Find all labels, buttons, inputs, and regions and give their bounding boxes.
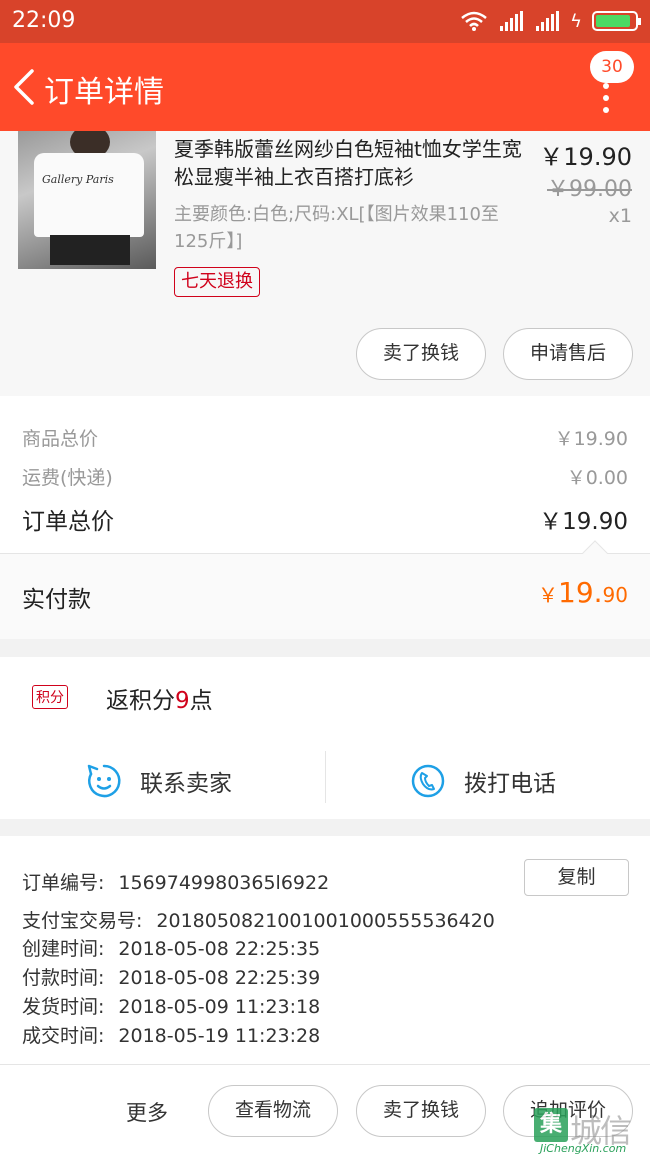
- shipped-time-row: 发货时间: 2018-05-09 11:23:18: [22, 996, 321, 1018]
- product-section: Gallery Paris 夏季韩版蕾丝网纱白色短袖t恤女学生宽松显瘦半袖上衣百…: [0, 131, 650, 396]
- created-time-row: 创建时间: 2018-05-08 22:25:35: [22, 938, 321, 960]
- sell-button[interactable]: 卖了换钱: [356, 328, 486, 380]
- more-menu-icon[interactable]: [602, 83, 610, 119]
- sell-button-bottom[interactable]: 卖了换钱: [356, 1085, 486, 1137]
- signal-icon-2: [536, 11, 560, 31]
- order-total-value: ￥19.90: [539, 509, 628, 535]
- order-total-row: 订单总价 ￥19.90: [22, 502, 628, 536]
- after-sale-button[interactable]: 申请售后: [503, 328, 633, 380]
- product-image-text: Gallery Paris: [42, 173, 114, 186]
- battery-icon: [592, 11, 641, 31]
- shipping-row: 运费(快递) ￥0.00: [22, 463, 628, 490]
- battery-fill: [596, 15, 631, 27]
- contact-seller-label: 联系卖家: [140, 771, 232, 797]
- product-original-price: ￥99.00: [547, 177, 632, 202]
- order-info: 订单编号: 1569749980365l6922 复制 支付宝交易号: 201805…: [0, 836, 650, 1064]
- call-phone-label: 拨打电话: [464, 771, 556, 797]
- shipping-value: ￥0.00: [566, 467, 628, 489]
- status-bar: 22:09 ϟ: [0, 0, 650, 43]
- product-spec: 主要颜色:白色;尺码:XL[【图片效果110至125斤】]: [174, 204, 499, 252]
- paid-row: 实付款 ￥19.90: [0, 540, 650, 639]
- points-tag: 积分: [32, 685, 68, 709]
- product-quantity: x1: [608, 205, 632, 227]
- order-number-row: 订单编号: 1569749980365l6922: [22, 872, 330, 894]
- completed-time-row: 成交时间: 2018-05-19 11:23:28: [22, 1025, 321, 1047]
- points-section: 积分 返积分9点 联系卖家 拨打电话: [0, 657, 650, 819]
- view-logistics-button[interactable]: 查看物流: [208, 1085, 338, 1137]
- paid-label: 实付款: [22, 587, 91, 613]
- goods-total-label: 商品总价: [22, 428, 99, 450]
- product-price: ￥19.90: [539, 143, 632, 171]
- phone-icon: [411, 764, 445, 798]
- page-title: 订单详情: [44, 75, 164, 110]
- product-title[interactable]: 夏季韩版蕾丝网纱白色短袖t恤女学生宽松显瘦半袖上衣百搭打底衫: [174, 135, 534, 191]
- paid-amount: ￥19.90: [538, 576, 628, 609]
- points-text: 返积分9点: [106, 688, 213, 714]
- signal-icon: [500, 11, 524, 31]
- contact-bar: 联系卖家 拨打电话: [0, 743, 650, 819]
- wifi-icon: [461, 11, 487, 31]
- charging-icon: ϟ: [570, 10, 582, 32]
- goods-total-row: 商品总价 ￥19.90: [22, 424, 628, 451]
- message-badge[interactable]: 30: [590, 51, 634, 83]
- watermark-logo: 集 城信 JiChengXin.com: [534, 1108, 650, 1155]
- order-total-label: 订单总价: [22, 509, 114, 535]
- nav-bar: 订单详情 30: [0, 43, 650, 131]
- back-arrow-icon[interactable]: [10, 65, 40, 109]
- chat-face-icon: [87, 764, 121, 798]
- order-number: 1569749980365l6922: [118, 872, 330, 894]
- copy-button[interactable]: 复制: [524, 859, 629, 896]
- call-phone-button[interactable]: 拨打电话: [410, 743, 556, 819]
- status-time: 22:09: [12, 8, 76, 33]
- goods-total-value: ￥19.90: [554, 428, 628, 450]
- return-policy-tag: 七天退换: [174, 267, 260, 297]
- product-image[interactable]: Gallery Paris: [18, 131, 156, 269]
- paid-time-row: 付款时间: 2018-05-08 22:25:39: [22, 967, 321, 989]
- shipping-label: 运费(快递): [22, 467, 113, 489]
- price-summary: 商品总价 ￥19.90 运费(快递) ￥0.00 订单总价 ￥19.90: [0, 396, 650, 553]
- alipay-row: 支付宝交易号: 2018050821001001000555536420: [22, 910, 495, 932]
- more-button[interactable]: 更多: [126, 1097, 168, 1127]
- alipay-number: 2018050821001001000555536420: [156, 910, 495, 932]
- contact-seller-button[interactable]: 联系卖家: [86, 743, 232, 819]
